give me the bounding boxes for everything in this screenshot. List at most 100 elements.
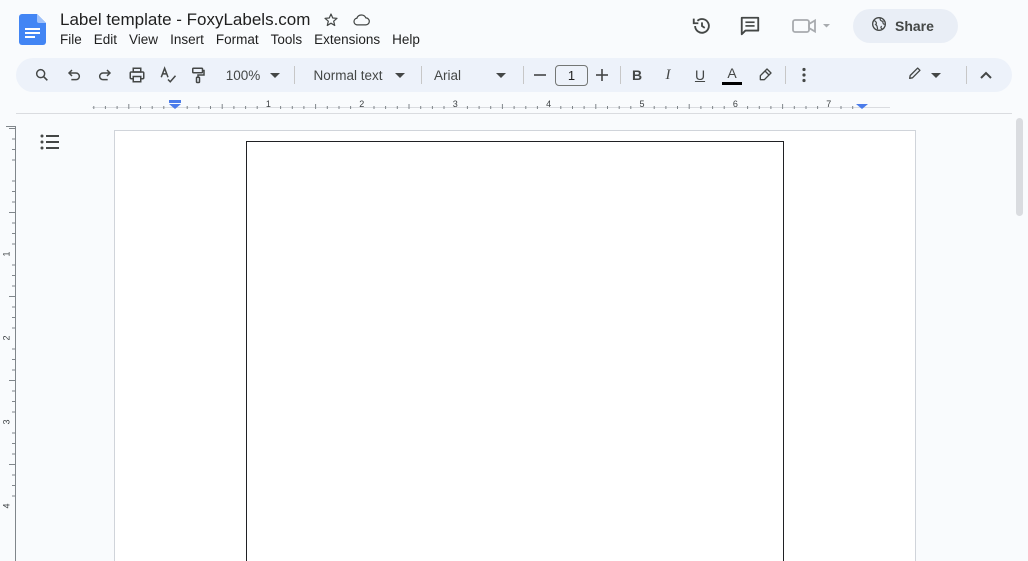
toolbar-divider	[294, 66, 295, 84]
paragraph-style-select[interactable]: Normal text	[308, 63, 410, 87]
ruler-tick	[9, 464, 15, 465]
vertical-ruler[interactable]: 1 2 3 4	[0, 114, 18, 561]
print-icon[interactable]	[126, 63, 148, 87]
underline-button[interactable]: U	[690, 63, 710, 87]
redo-icon[interactable]	[95, 63, 115, 87]
more-options-icon[interactable]	[794, 63, 814, 87]
ruler-tick	[677, 106, 678, 109]
ruler-tick	[210, 106, 211, 109]
spellcheck-icon[interactable]	[158, 63, 178, 87]
italic-button[interactable]: I	[658, 63, 678, 87]
ruler-label: 2	[1, 335, 11, 340]
globe-icon	[871, 16, 887, 37]
ruler-tick	[607, 106, 608, 109]
ruler-tick	[326, 106, 328, 109]
font-family-select[interactable]: Arial	[434, 63, 512, 87]
menu-edit[interactable]: Edit	[88, 31, 123, 49]
italic-label: I	[665, 66, 671, 83]
ruler-tick	[93, 106, 95, 109]
ruler-tick	[9, 380, 15, 381]
menu-tools[interactable]: Tools	[265, 31, 309, 49]
zoom-select[interactable]: 100%	[222, 63, 284, 87]
text-color-swatch	[722, 81, 742, 85]
right-indent-marker[interactable]	[856, 104, 868, 109]
menu-insert[interactable]: Insert	[164, 31, 210, 49]
cloud-saved-icon[interactable]	[352, 11, 371, 29]
caret-down-icon	[931, 66, 941, 84]
ruler-tick	[431, 106, 433, 109]
ruler-tick	[595, 104, 597, 109]
ruler-tick	[233, 106, 235, 109]
ruler-tick	[560, 106, 562, 109]
ruler-tick	[665, 106, 667, 109]
docs-logo-icon[interactable]	[19, 14, 46, 45]
ruler-tick	[852, 106, 854, 109]
ruler-tick	[420, 106, 422, 109]
font-family-value: Arial	[434, 67, 462, 83]
ruler-tick	[12, 149, 15, 150]
toolbar-divider	[421, 66, 422, 84]
search-menus-icon[interactable]	[32, 63, 52, 87]
ruler-tick	[12, 285, 15, 287]
meet-video-icon[interactable]	[790, 13, 834, 39]
undo-icon[interactable]	[64, 63, 84, 87]
ruler-tick	[12, 474, 15, 476]
menu-extensions[interactable]: Extensions	[308, 31, 386, 49]
formatting-toolbar: 100% Normal text Arial 1 B I U A	[16, 58, 1012, 92]
ruler-tick	[12, 222, 15, 224]
ruler-tick	[572, 106, 573, 109]
menu-view[interactable]: View	[123, 31, 164, 49]
ruler-label: 4	[1, 503, 11, 508]
decrease-font-size-icon[interactable]	[530, 63, 550, 87]
ruler-tick	[817, 106, 819, 109]
document-title[interactable]: Label template - FoxyLabels.com	[60, 10, 310, 30]
bold-button[interactable]: B	[627, 63, 647, 87]
star-icon[interactable]	[322, 11, 340, 29]
ruler-tick	[151, 106, 153, 109]
menu-help[interactable]: Help	[386, 31, 426, 49]
ruler-tick	[688, 104, 690, 109]
ruler-tick	[373, 106, 375, 109]
left-indent-marker[interactable]	[169, 104, 181, 109]
ruler-label: 5	[639, 99, 644, 109]
ruler-tick	[12, 390, 15, 392]
ruler-tick	[12, 359, 15, 360]
version-history-icon[interactable]	[689, 13, 715, 39]
app-header: Label template - FoxyLabels.com File Edi…	[0, 0, 1028, 56]
ruler-baseline	[15, 126, 16, 561]
label-template-cell[interactable]	[246, 141, 784, 561]
text-color-button[interactable]: A	[720, 63, 744, 87]
ruler-tick	[396, 106, 398, 109]
font-size-input[interactable]: 1	[555, 65, 588, 86]
horizontal-ruler[interactable]: 1 2 3 4 5 6 7	[0, 96, 1028, 114]
ruler-label: 1	[1, 251, 11, 256]
ruler-tick	[12, 401, 15, 402]
paint-format-icon[interactable]	[188, 63, 208, 87]
ruler-tick	[12, 485, 15, 486]
ruler-tick	[12, 138, 15, 140]
ruler-tick	[712, 106, 714, 109]
ruler-tick	[12, 201, 15, 203]
ruler-bottom-border	[16, 113, 1012, 114]
first-line-indent-marker[interactable]	[169, 100, 181, 103]
comments-icon[interactable]	[737, 13, 763, 39]
increase-font-size-icon[interactable]	[592, 63, 612, 87]
ruler-tick	[805, 106, 807, 109]
ruler-tick	[198, 106, 200, 109]
share-button[interactable]: Share	[853, 9, 958, 43]
vertical-scrollbar-thumb[interactable]	[1016, 118, 1023, 216]
toolbar-divider	[523, 66, 524, 84]
editing-mode-select[interactable]	[904, 63, 944, 87]
ruler-tick	[583, 106, 585, 109]
highlight-color-icon[interactable]	[755, 63, 775, 87]
menu-format[interactable]: Format	[210, 31, 265, 49]
ruler-label: 7	[826, 99, 831, 109]
hide-menus-chevron-up-icon[interactable]	[976, 63, 996, 87]
top-margin-marker[interactable]	[6, 126, 16, 127]
ruler-tick	[525, 106, 527, 109]
menu-file[interactable]: File	[54, 31, 88, 49]
ruler-tick	[128, 104, 130, 109]
menu-bar: File Edit View Insert Format Tools Exten…	[54, 31, 426, 49]
ruler-tick	[770, 106, 772, 109]
document-outline-icon[interactable]	[39, 133, 61, 151]
